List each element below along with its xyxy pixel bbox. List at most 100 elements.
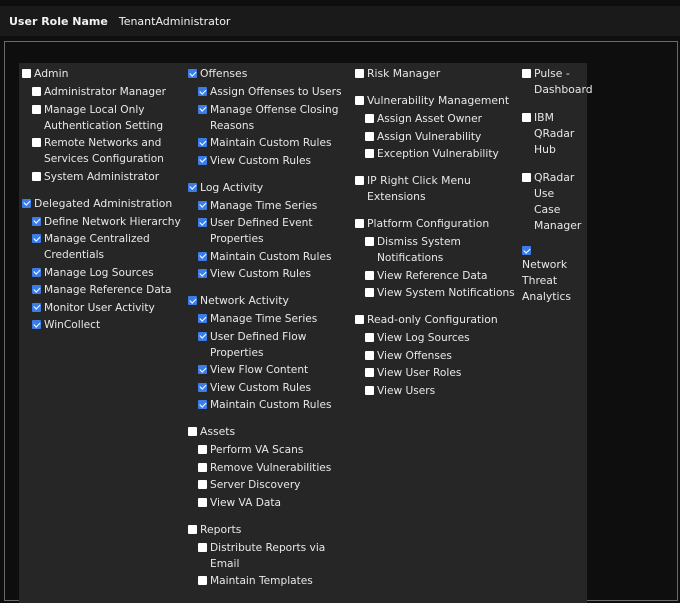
permission-offenses[interactable]: Offenses	[188, 66, 348, 82]
permission-qradar-use-case-manager[interactable]: QRadar Use Case Manager	[522, 170, 581, 234]
permission-manage-local-only-authentication-setting[interactable]: Manage Local Only Authentication Setting	[22, 102, 182, 134]
checkbox-user-defined-event-properties[interactable]	[198, 218, 207, 227]
permission-assign-offenses-to-users[interactable]: Assign Offenses to Users	[188, 84, 348, 100]
checkbox-manage-centralized-credentials[interactable]	[32, 234, 41, 243]
checkbox-ip-right-click-menu-extensions[interactable]	[355, 176, 364, 185]
checkbox-ibm-qradar-hub[interactable]	[522, 113, 531, 122]
permission-read-only-configuration[interactable]: Read-only Configuration	[355, 312, 515, 328]
permission-log-activity[interactable]: Log Activity	[188, 180, 348, 196]
checkbox-platform-configuration[interactable]	[355, 219, 364, 228]
permission-manage-reference-data[interactable]: Manage Reference Data	[22, 282, 182, 298]
permission-vulnerability-management[interactable]: Vulnerability Management	[355, 93, 515, 109]
permission-distribute-reports-via-email[interactable]: Distribute Reports via Email	[188, 540, 348, 572]
checkbox-exception-vulnerability[interactable]	[365, 149, 374, 158]
checkbox-maintain-custom-rules[interactable]	[198, 251, 207, 261]
permission-manage-time-series[interactable]: Manage Time Series	[188, 198, 348, 214]
permission-manage-centralized-credentials[interactable]: Manage Centralized Credentials	[22, 231, 182, 263]
checkbox-vulnerability-management[interactable]	[355, 96, 364, 105]
checkbox-admin[interactable]	[22, 69, 31, 78]
permission-view-reference-data[interactable]: View Reference Data	[355, 268, 515, 284]
checkbox-view-custom-rules[interactable]	[198, 155, 207, 165]
permission-exception-vulnerability[interactable]: Exception Vulnerability	[355, 146, 515, 162]
permission-ibm-qradar-hub[interactable]: IBM QRadar Hub	[522, 110, 580, 158]
checkbox-manage-local-only-authentication-setting[interactable]	[32, 104, 41, 114]
permission-remove-vulnerabilities[interactable]: Remove Vulnerabilities	[188, 460, 348, 476]
permission-wincollect[interactable]: WinCollect	[22, 317, 182, 333]
checkbox-view-reference-data[interactable]	[365, 270, 374, 280]
checkbox-distribute-reports-via-email[interactable]	[198, 542, 207, 552]
permission-server-discovery[interactable]: Server Discovery	[188, 477, 348, 493]
permission-define-network-hierarchy[interactable]: Define Network Hierarchy	[22, 214, 182, 230]
checkbox-view-offenses[interactable]	[365, 350, 374, 360]
checkbox-read-only-configuration[interactable]	[355, 315, 364, 324]
permission-view-custom-rules[interactable]: View Custom Rules	[188, 380, 348, 396]
permission-dismiss-system-notifications[interactable]: Dismiss System Notifications	[355, 234, 515, 266]
checkbox-view-system-notifications[interactable]	[365, 288, 374, 297]
permission-admin[interactable]: Admin	[22, 66, 182, 82]
checkbox-view-custom-rules[interactable]	[198, 269, 207, 278]
checkbox-maintain-custom-rules[interactable]	[198, 138, 207, 147]
checkbox-qradar-use-case-manager[interactable]	[522, 173, 531, 182]
checkbox-system-administrator[interactable]	[32, 171, 41, 181]
checkbox-perform-va-scans[interactable]	[198, 445, 207, 454]
checkbox-view-va-data[interactable]	[198, 497, 207, 507]
checkbox-manage-time-series[interactable]	[198, 314, 207, 323]
checkbox-manage-time-series[interactable]	[198, 200, 207, 210]
permission-assign-vulnerability[interactable]: Assign Vulnerability	[355, 129, 515, 145]
checkbox-view-users[interactable]	[365, 385, 374, 395]
permission-assign-asset-owner[interactable]: Assign Asset Owner	[355, 111, 515, 127]
permission-assets[interactable]: Assets	[188, 424, 348, 440]
checkbox-wincollect[interactable]	[32, 320, 41, 329]
checkbox-risk-manager[interactable]	[355, 69, 364, 78]
permission-risk-manager[interactable]: Risk Manager	[355, 66, 515, 82]
permission-manage-offense-closing-reasons[interactable]: Manage Offense Closing Reasons	[188, 102, 348, 134]
permission-monitor-user-activity[interactable]: Monitor User Activity	[22, 300, 182, 316]
checkbox-pulse-dashboard[interactable]	[522, 69, 531, 78]
checkbox-network-threat-analytics[interactable]	[522, 246, 531, 255]
checkbox-assign-asset-owner[interactable]	[365, 114, 374, 123]
checkbox-remote-networks-and-services-configuration[interactable]	[32, 138, 41, 147]
checkbox-manage-offense-closing-reasons[interactable]	[198, 104, 207, 114]
permission-maintain-custom-rules[interactable]: Maintain Custom Rules	[188, 249, 348, 265]
checkbox-assign-offenses-to-users[interactable]	[198, 87, 207, 96]
permission-administrator-manager[interactable]: Administrator Manager	[22, 84, 182, 100]
permission-view-system-notifications[interactable]: View System Notifications	[355, 285, 515, 301]
checkbox-view-custom-rules[interactable]	[198, 382, 207, 392]
permission-remote-networks-and-services-configuration[interactable]: Remote Networks and Services Configurati…	[22, 135, 182, 167]
permission-ip-right-click-menu-extensions[interactable]: IP Right Click Menu Extensions	[355, 173, 515, 205]
checkbox-server-discovery[interactable]	[198, 480, 207, 489]
permission-pulse-dashboard[interactable]: Pulse - Dashboard	[522, 66, 593, 98]
permission-view-va-data[interactable]: View VA Data	[188, 495, 348, 511]
permission-perform-va-scans[interactable]: Perform VA Scans	[188, 442, 348, 458]
checkbox-administrator-manager[interactable]	[32, 87, 41, 96]
permission-system-administrator[interactable]: System Administrator	[22, 169, 182, 185]
checkbox-maintain-custom-rules[interactable]	[198, 400, 207, 409]
checkbox-manage-reference-data[interactable]	[32, 285, 41, 294]
checkbox-monitor-user-activity[interactable]	[32, 302, 41, 312]
permission-reports[interactable]: Reports	[188, 522, 348, 538]
checkbox-delegated-administration[interactable]	[22, 198, 31, 208]
permission-view-users[interactable]: View Users	[355, 383, 515, 399]
checkbox-view-user-roles[interactable]	[365, 368, 374, 377]
permission-view-flow-content[interactable]: View Flow Content	[188, 362, 348, 378]
checkbox-offenses[interactable]	[188, 69, 197, 78]
permission-network-activity[interactable]: Network Activity	[188, 293, 348, 309]
permission-view-log-sources[interactable]: View Log Sources	[355, 330, 515, 346]
permission-maintain-custom-rules[interactable]: Maintain Custom Rules	[188, 397, 348, 413]
checkbox-assign-vulnerability[interactable]	[365, 131, 374, 141]
checkbox-manage-log-sources[interactable]	[32, 267, 41, 277]
permission-view-offenses[interactable]: View Offenses	[355, 348, 515, 364]
checkbox-user-defined-flow-properties[interactable]	[198, 331, 207, 341]
permission-view-custom-rules[interactable]: View Custom Rules	[188, 153, 348, 169]
permission-network-threat-analytics[interactable]: Network Threat Analytics	[522, 246, 580, 305]
checkbox-view-flow-content[interactable]	[198, 365, 207, 374]
permission-maintain-custom-rules[interactable]: Maintain Custom Rules	[188, 135, 348, 151]
checkbox-reports[interactable]	[188, 524, 197, 534]
checkbox-view-log-sources[interactable]	[365, 333, 374, 342]
checkbox-log-activity[interactable]	[188, 182, 197, 192]
checkbox-network-activity[interactable]	[188, 296, 197, 305]
permission-user-defined-flow-properties[interactable]: User Defined Flow Properties	[188, 329, 348, 361]
checkbox-dismiss-system-notifications[interactable]	[365, 237, 374, 246]
permission-view-custom-rules[interactable]: View Custom Rules	[188, 266, 348, 282]
checkbox-remove-vulnerabilities[interactable]	[198, 462, 207, 472]
